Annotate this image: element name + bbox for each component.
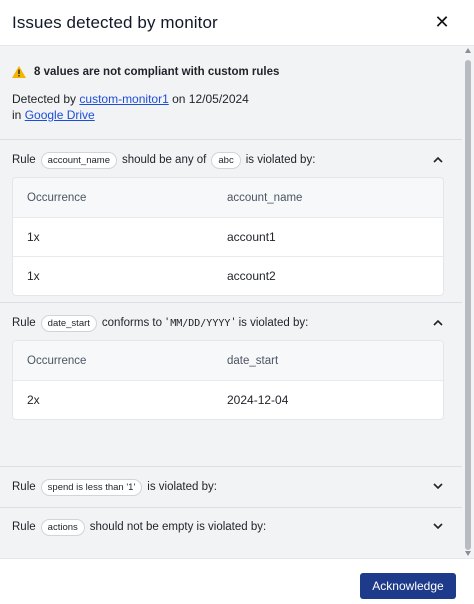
column-header: Occurrence xyxy=(27,354,87,367)
field-pill: date_start xyxy=(40,314,97,332)
value-cell: account2 xyxy=(227,269,276,283)
occurrence-cell: 2x xyxy=(27,393,40,407)
format-value: MM/DD/YYYY xyxy=(170,317,231,329)
column-header: Occurrence xyxy=(27,191,87,204)
monitor-link[interactable]: custom-monitor1 xyxy=(79,92,168,106)
rule-spend-header[interactable]: Rule spend is less than '1' is violated … xyxy=(12,478,452,496)
column-header: account_name xyxy=(227,191,303,204)
occurrence-cell: 1x xyxy=(27,230,40,244)
occurrence-cell: 1x xyxy=(27,269,40,283)
rule-actions-header[interactable]: Rule actions should not be empty is viol… xyxy=(12,518,452,536)
violations-table-account-name: Occurrence account_name 1x account1 1x a… xyxy=(12,177,444,296)
rule-date-start-header[interactable]: Rule date_start conforms to ' MM/DD/YYYY… xyxy=(12,314,452,332)
rule-condition: conforms to xyxy=(101,317,162,329)
field-pill: spend is less than '1' xyxy=(40,478,143,496)
chevron-up-icon[interactable] xyxy=(432,152,444,166)
table-row: 1x account2 xyxy=(13,256,443,295)
scroll-up-arrow-icon[interactable] xyxy=(465,48,471,53)
divider xyxy=(0,507,462,508)
chevron-up-icon[interactable] xyxy=(432,315,444,329)
quote-close: ' xyxy=(232,317,235,329)
alert-summary: 8 values are not compliant with custom r… xyxy=(12,66,452,123)
table-row: 1x account1 xyxy=(13,217,443,256)
source-link[interactable]: Google Drive xyxy=(25,108,95,122)
value-pill: abc xyxy=(211,151,241,169)
divider xyxy=(0,466,462,467)
dialog-footer: Acknowledge xyxy=(0,558,474,604)
table-row: 2x 2024-12-04 xyxy=(13,380,443,419)
dialog-title: Issues detected by monitor xyxy=(12,12,218,32)
divider xyxy=(0,302,462,303)
warning-icon xyxy=(12,66,26,78)
table-header-row: Occurrence account_name xyxy=(13,178,443,217)
chevron-down-icon[interactable] xyxy=(432,519,444,533)
acknowledge-button[interactable]: Acknowledge xyxy=(360,573,456,599)
table-header-row: Occurrence date_start xyxy=(13,341,443,380)
field-pill: account_name xyxy=(40,151,117,169)
divider xyxy=(0,139,462,140)
dialog-header: Issues detected by monitor ✕ xyxy=(0,0,474,46)
rule-label: Rule xyxy=(12,317,36,329)
scrollbar-thumb[interactable] xyxy=(465,60,471,550)
detected-prefix: Detected by xyxy=(12,92,77,106)
rule-account-name-header[interactable]: Rule account_name should be any of abc i… xyxy=(12,151,452,169)
detected-info: Detected by custom-monitor1 on 12/05/202… xyxy=(12,91,452,123)
violations-table-date-start: Occurrence date_start 2x 2024-12-04 xyxy=(12,340,444,420)
rule-suffix: should not be empty is violated by: xyxy=(89,521,267,533)
chevron-down-icon[interactable] xyxy=(432,479,444,493)
field-pill: actions xyxy=(40,518,85,536)
close-icon[interactable]: ✕ xyxy=(432,12,452,32)
rule-condition: should be any of xyxy=(121,154,207,166)
rule-suffix: is violated by: xyxy=(245,154,316,166)
rule-label: Rule xyxy=(12,154,36,166)
rule-suffix: is violated by: xyxy=(147,481,217,493)
scrollbar[interactable] xyxy=(462,46,474,558)
rule-suffix: is violated by: xyxy=(238,317,309,329)
in-prefix: in xyxy=(12,108,22,122)
alert-title: 8 values are not compliant with custom r… xyxy=(34,66,280,78)
value-cell: 2024-12-04 xyxy=(227,393,289,407)
scroll-down-arrow-icon[interactable] xyxy=(465,551,471,556)
rule-label: Rule xyxy=(12,481,36,493)
dialog-body: 8 values are not compliant with custom r… xyxy=(0,46,462,558)
rule-label: Rule xyxy=(12,521,36,533)
value-cell: account1 xyxy=(227,230,276,244)
detected-date: on 12/05/2024 xyxy=(172,92,249,106)
quote-open: ' xyxy=(165,317,169,329)
column-header: date_start xyxy=(227,354,279,367)
